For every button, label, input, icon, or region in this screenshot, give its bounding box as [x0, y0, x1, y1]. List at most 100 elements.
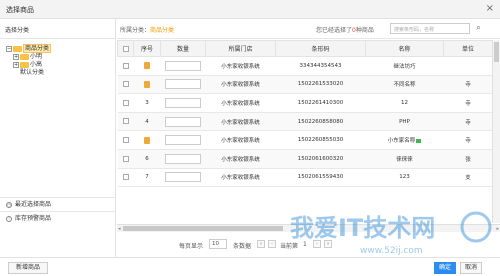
last-page-icon[interactable]: » — [324, 240, 332, 248]
index-cell: 6 — [133, 149, 161, 169]
breadcrumb-category: 商品分类 — [150, 27, 175, 34]
tree-node-label[interactable]: 商品分类 — [23, 44, 52, 53]
unit-cell — [443, 56, 493, 76]
row-checkbox[interactable] — [122, 136, 129, 143]
product-image-icon — [144, 62, 150, 70]
store-cell: 小东家收银系统 — [205, 56, 276, 76]
category-sidebar: 选择分类 − 商品分类 + 小明 + 小高 默认分类 ◷ 最近选择商品 ! 库存预警商品 — [0, 19, 116, 257]
confirm-button[interactable]: 确定 — [434, 262, 456, 274]
tree-node-label[interactable]: 小明 — [30, 53, 42, 60]
row-checkbox[interactable] — [122, 155, 129, 162]
select-all-header[interactable] — [117, 40, 134, 57]
horizontal-scrollbar[interactable]: ◂ ▸ — [117, 224, 500, 232]
table-row[interactable]: 7 小东家收银系统 1502061559430 123 支 — [117, 168, 493, 188]
row-checkbox-cell[interactable] — [117, 75, 134, 95]
barcode-cell: 1502261533020 — [275, 75, 366, 95]
index-cell — [133, 56, 161, 76]
stock-warning-item[interactable]: ! 库存预警商品 — [0, 211, 116, 225]
scroll-left-icon[interactable]: ◂ — [118, 225, 121, 233]
row-checkbox[interactable] — [122, 118, 129, 125]
name-cell: 123 — [365, 168, 444, 188]
close-icon[interactable]: × — [486, 3, 494, 15]
expand-icon[interactable]: + — [13, 61, 19, 68]
quantity-input[interactable] — [165, 60, 201, 71]
row-checkbox[interactable] — [122, 174, 129, 181]
name-cell: 不同名称 — [365, 75, 444, 95]
per-page-label: 每页显示 — [179, 243, 204, 250]
row-checkbox-cell[interactable] — [117, 56, 134, 76]
tree-node-label[interactable]: 小高 — [30, 61, 42, 68]
barcode-cell: 334344354543 — [275, 56, 366, 76]
row-checkbox-cell[interactable] — [117, 149, 134, 169]
quantity-cell[interactable] — [160, 112, 206, 132]
tree-node-xiaoming[interactable]: + 小明 — [6, 53, 51, 61]
table-row[interactable]: 小东家收银系统 334344354543 继法坊巧 — [117, 56, 493, 76]
quantity-input[interactable] — [165, 116, 201, 127]
quantity-cell[interactable] — [160, 130, 206, 150]
first-page-icon[interactable]: « — [257, 240, 265, 248]
name-cell: 继法坊巧 — [365, 56, 444, 76]
row-checkbox-cell[interactable] — [117, 168, 134, 188]
scrollbar-thumb[interactable] — [123, 226, 283, 231]
table-header-row: 序号 数量 所属门店 条形码 名称 单位 — [117, 40, 493, 57]
clock-icon: ◷ — [6, 201, 12, 208]
name-cell: 12 — [365, 93, 444, 113]
index-cell: 7 — [133, 168, 161, 188]
expand-icon[interactable]: + — [13, 53, 19, 60]
scrollbar-thumb[interactable] — [494, 42, 499, 62]
tree-node-default[interactable]: 默认分类 — [6, 69, 51, 77]
unit-cell: 支 — [443, 168, 493, 188]
unit-cell: 寺 — [443, 112, 493, 132]
quantity-input[interactable] — [165, 153, 201, 164]
collapse-icon[interactable]: − — [6, 45, 12, 52]
row-checkbox-cell[interactable] — [117, 112, 134, 132]
tree-node-root[interactable]: − 商品分类 — [6, 44, 52, 53]
row-checkbox[interactable] — [122, 81, 129, 88]
tree-node-xiaogao[interactable]: + 小高 — [6, 61, 51, 69]
goods-table: 序号 数量 所属门店 条形码 名称 单位 小东家收银系统 33434435454… — [117, 40, 493, 188]
add-goods-button[interactable]: 新增商品 — [8, 262, 48, 274]
tree-node-label[interactable]: 默认分类 — [13, 69, 44, 76]
table-row[interactable]: 小东家收银系统 1502260855030 小东家名称 寺 — [117, 130, 493, 150]
quantity-cell[interactable] — [160, 168, 206, 188]
row-checkbox-cell[interactable] — [117, 93, 134, 113]
folder-icon — [20, 61, 29, 68]
table-row[interactable]: 6 小东家收银系统 1502061600320 徕徕徕 张 — [117, 149, 493, 169]
table-row[interactable]: 3 小东家收银系统 1502261410300 12 寺 — [117, 93, 493, 113]
search-input[interactable]: 搜索条形码，名称 — [390, 23, 470, 34]
select-all-checkbox[interactable] — [122, 45, 129, 52]
quantity-cell[interactable] — [160, 56, 206, 76]
category-tree: − 商品分类 + 小明 + 小高 默认分类 — [6, 44, 52, 77]
goods-toolbar: 所属分类：商品分类 您已经选择了0种商品 搜索条形码，名称 ⌕ — [117, 19, 500, 39]
store-cell: 小东家收银系统 — [205, 168, 276, 188]
quantity-input[interactable] — [165, 97, 201, 108]
row-checkbox[interactable] — [122, 99, 129, 106]
unit-cell: 寺 — [443, 75, 493, 95]
column-header: 所属门店 — [205, 40, 276, 57]
quantity-input[interactable] — [165, 172, 201, 183]
quantity-cell[interactable] — [160, 75, 206, 95]
prev-page-icon[interactable]: ‹ — [268, 240, 276, 248]
product-image-icon — [144, 80, 150, 88]
table-row[interactable]: 小东家收银系统 1502261533020 不同名称 寺 — [117, 75, 493, 95]
column-header: 名称 — [365, 40, 444, 57]
search-icon[interactable]: ⌕ — [473, 23, 484, 34]
quantity-cell[interactable] — [160, 93, 206, 113]
quantity-cell[interactable] — [160, 149, 206, 169]
row-checkbox-cell[interactable] — [117, 130, 134, 150]
cancel-button[interactable]: 取消 — [460, 262, 482, 274]
table-row[interactable]: 4 小东家收银系统 1502260858080 PHP 寺 — [117, 112, 493, 132]
row-checkbox[interactable] — [122, 62, 129, 69]
next-page-icon[interactable]: › — [313, 240, 321, 248]
scroll-right-icon[interactable]: ▸ — [496, 225, 499, 233]
per-page-select[interactable]: 10 — [209, 239, 227, 249]
index-cell: 3 — [133, 93, 161, 113]
quantity-input[interactable] — [165, 79, 201, 90]
stock-warning-icon — [416, 138, 422, 143]
vertical-scrollbar[interactable] — [492, 40, 500, 223]
recent-goods-item[interactable]: ◷ 最近选择商品 — [0, 197, 116, 211]
dialog-title: 选择商品 — [6, 6, 34, 14]
column-header: 数量 — [160, 40, 206, 57]
quantity-input[interactable] — [165, 135, 201, 146]
current-page-label: 当前第 — [280, 243, 299, 250]
